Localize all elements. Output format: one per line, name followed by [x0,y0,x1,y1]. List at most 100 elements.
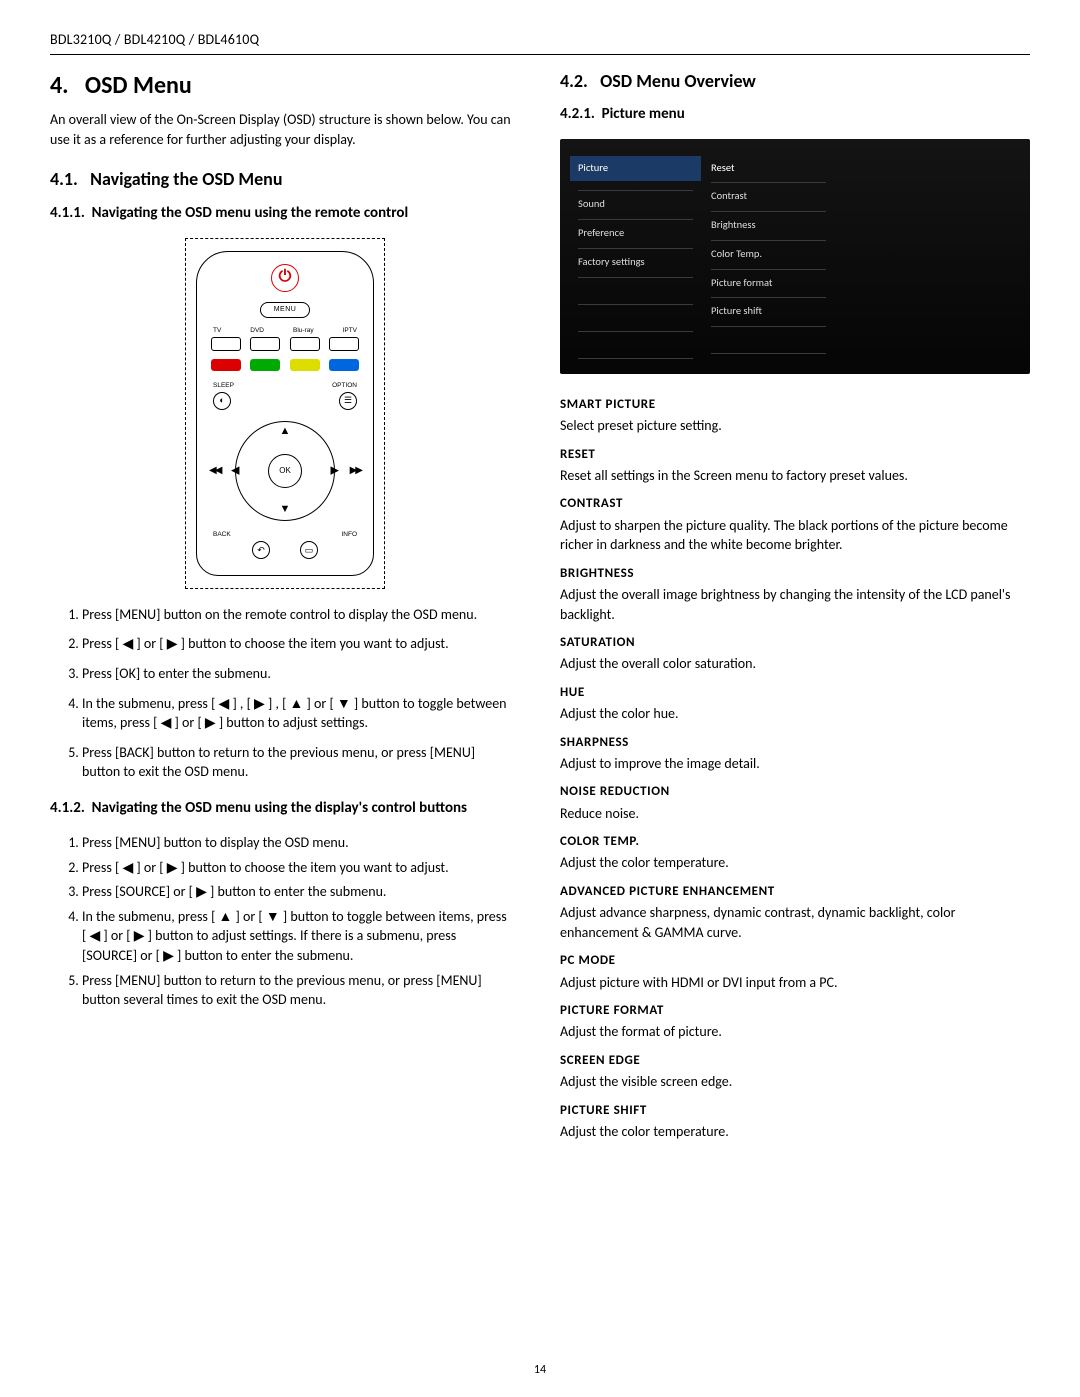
def-body: Adjust the overall image brightness by c… [560,585,1030,624]
heading-text: Navigating the OSD menu using the displa… [92,799,467,817]
osd-blank-row [578,332,693,359]
tv-label: TV [213,326,221,335]
up-arrow-icon: ▲ [280,424,291,439]
heading-text: Navigating the OSD Menu [90,168,282,190]
list-item: Press [OK] to enter the submenu. [82,664,520,684]
def-body: Reset all settings in the Screen menu to… [560,466,1030,486]
dvd-button [250,337,280,351]
list-item: Press [MENU] button on the remote contro… [82,605,520,625]
osd-item-brightness: Brightness [711,212,826,241]
def-term: PICTURE SHIFT [560,1102,1030,1120]
def-term: PICTURE FORMAT [560,1002,1030,1020]
osd-left-column: Picture Sound Preference Factory setting… [578,155,693,354]
back-info-buttons: ↶ ▭ [207,541,363,559]
section-4-1-2-heading: 4.1.2. Navigating the OSD menu using the… [50,798,520,819]
heading-text: Navigating the OSD menu using the remote… [92,204,409,222]
def-body: Adjust the overall color saturation. [560,654,1030,674]
sleep-icon: ◐ [213,392,231,410]
page-header: BDL3210Q / BDL4210Q / BDL4610Q [50,30,1030,55]
def-term: SATURATION [560,634,1030,652]
right-arrow-icon: ▶ [331,463,339,478]
back-info-labels: BACK INFO [207,530,363,539]
def-body: Adjust picture with HDMI or DVI input fr… [560,973,1030,993]
def-body: Adjust the color temperature. [560,853,1030,873]
osd-screenshot: Picture Sound Preference Factory setting… [560,139,1030,374]
left-arrow-icon: ◀ [231,463,239,478]
def-body: Adjust the visible screen edge. [560,1072,1030,1092]
right-column: 4.2. OSD Menu Overview 4.2.1. Picture me… [560,69,1030,1150]
color-buttons-row [207,359,363,371]
list-item: In the submenu, press [ ▲ ] or [ ▼ ] but… [82,907,520,966]
rewind-icon: ◀◀ [209,464,220,478]
def-term: PC MODE [560,952,1030,970]
forward-icon: ▶▶ [350,464,361,478]
list-item: Press [BACK] button to return to the pre… [82,743,520,782]
list-item: In the submenu, press [ ◀ ] , [ ▶ ] , [ … [82,694,520,733]
list-item: Press [ ◀ ] or [ ▶ ] button to choose th… [82,634,520,654]
list-item: Press [MENU] button to display the OSD m… [82,833,520,853]
osd-item-contrast: Contrast [711,183,826,212]
osd-item-sound: Sound [578,191,693,220]
back-icon: ↶ [252,541,270,559]
sleep-label: SLEEP [213,381,234,390]
osd-blank-row [578,305,693,332]
def-term: COLOR TEMP. [560,833,1030,851]
section-4-1-1-heading: 4.1.1. Navigating the OSD menu using the… [50,203,520,224]
heading-text: OSD Menu Overview [600,70,756,92]
def-term: NOISE REDUCTION [560,783,1030,801]
heading-number: 4.2. [560,70,588,92]
steps-4-1-2: Press [MENU] button to display the OSD m… [82,833,520,1010]
def-term: HUE [560,684,1030,702]
list-item: Press [MENU] button to return to the pre… [82,971,520,1010]
def-term: RESET [560,446,1030,464]
back-label: BACK [213,530,231,539]
steps-4-1-1: Press [MENU] button on the remote contro… [82,605,520,782]
ok-button: OK [268,454,302,488]
green-button [250,359,280,371]
source-labels-row: TV DVD Blu-ray IPTV [207,326,363,335]
sleep-option-buttons: ◐ ☰ [207,392,363,410]
heading-number: 4. [50,71,69,100]
section-4-1-heading: 4.1. Navigating the OSD Menu [50,167,520,192]
heading-number: 4.1.2. [50,799,85,817]
section-4-heading: 4. OSD Menu [50,69,520,103]
osd-item-factory: Factory settings [578,249,693,278]
remote-illustration: ⏻ MENU TV DVD Blu-ray IPTV [50,238,520,589]
page-number: 14 [0,1362,1080,1379]
remote-dotted-border: ⏻ MENU TV DVD Blu-ray IPTV [185,238,385,589]
section-4-2-1-heading: 4.2.1. Picture menu [560,104,1030,125]
def-body: Adjust to sharpen the picture quality. T… [560,516,1030,555]
def-term: CONTRAST [560,495,1030,513]
source-buttons-row [207,337,363,351]
def-term: ADVANCED PICTURE ENHANCEMENT [560,883,1030,901]
def-body: Adjust to improve the image detail. [560,754,1030,774]
osd-right-column: Reset Contrast Brightness Color Temp. Pi… [711,155,826,354]
iptv-button [329,337,359,351]
heading-number: 4.1.1. [50,204,85,222]
def-body: Adjust advance sharpness, dynamic contra… [560,903,1030,942]
left-column: 4. OSD Menu An overall view of the On-Sc… [50,69,520,1150]
section-intro: An overall view of the On-Screen Display… [50,110,520,149]
menu-button: MENU [260,302,310,318]
blue-button [329,359,359,371]
remote-body: ⏻ MENU TV DVD Blu-ray IPTV [196,251,374,576]
dvd-label: DVD [250,326,264,335]
info-label: INFO [341,530,357,539]
option-label: OPTION [332,381,357,390]
power-icon: ⏻ [271,264,299,292]
iptv-label: IPTV [343,326,357,335]
def-term: SMART PICTURE [560,396,1030,414]
definitions-list: SMART PICTURE Select preset picture sett… [560,396,1030,1142]
model-numbers: BDL3210Q / BDL4210Q / BDL4610Q [50,31,259,48]
section-4-2-heading: 4.2. OSD Menu Overview [560,69,1030,94]
sleep-option-labels: SLEEP OPTION [207,381,363,390]
navigation-ring: ▲ ▼ ◀ ▶ ◀◀ ▶▶ OK [207,416,363,526]
osd-item-reset: Reset [711,155,826,184]
def-term: SHARPNESS [560,734,1030,752]
def-body: Select preset picture setting. [560,416,1030,436]
bluray-label: Blu-ray [293,326,314,335]
bluray-button [290,337,320,351]
def-body: Adjust the format of picture. [560,1022,1030,1042]
def-term: BRIGHTNESS [560,565,1030,583]
heading-number: 4.2.1. [560,105,595,123]
